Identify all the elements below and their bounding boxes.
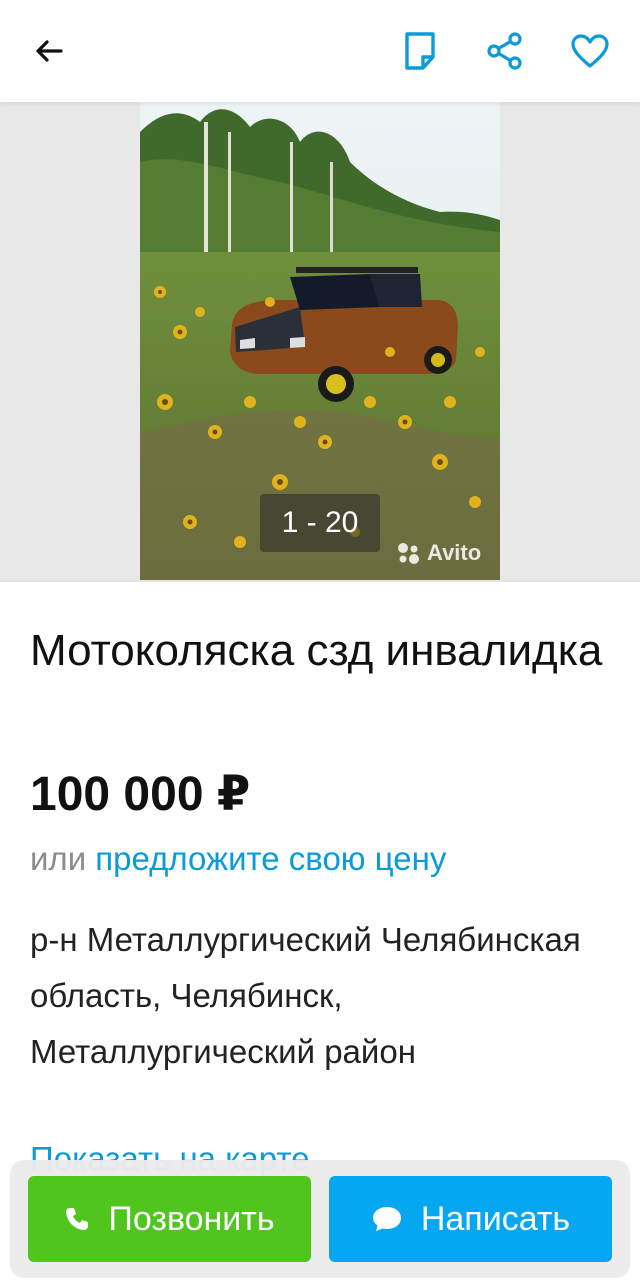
gallery-divider — [0, 580, 640, 582]
message-button-label: Написать — [420, 1199, 571, 1238]
offer-price-link[interactable]: предложите свою цену — [95, 840, 446, 877]
note-button[interactable] — [395, 26, 445, 76]
favorite-button[interactable] — [565, 26, 615, 76]
avito-watermark: Avito — [395, 540, 481, 566]
note-icon — [405, 32, 435, 70]
heart-icon — [571, 34, 609, 68]
contact-actions-bar: Позвонить Написать — [10, 1160, 630, 1278]
avito-logo-icon — [398, 543, 419, 564]
share-button[interactable] — [480, 26, 530, 76]
share-icon — [487, 32, 522, 70]
watermark-text: Avito — [427, 540, 482, 565]
offer-line: или предложите свою цену — [30, 840, 446, 878]
call-button-label: Позвонить — [108, 1199, 275, 1238]
message-button[interactable]: Написать — [329, 1176, 612, 1262]
phone-icon — [66, 1208, 89, 1230]
chat-bubble-icon — [372, 1207, 401, 1231]
photo-gallery[interactable]: 1 - 20 Avito — [0, 102, 640, 580]
listing-price: 100 000 ₽ — [30, 768, 251, 821]
top-app-bar — [0, 0, 640, 102]
offer-prefix: или — [30, 840, 87, 877]
back-arrow-icon — [36, 40, 63, 62]
photo-counter: 1 - 20 — [260, 494, 380, 552]
call-button[interactable]: Позвонить — [28, 1176, 311, 1262]
back-button[interactable] — [24, 26, 74, 76]
listing-address: р-н Металлургический Челябинская область… — [30, 921, 581, 1070]
listing-title: Мотоколяска сзд инвалидка — [30, 626, 603, 675]
